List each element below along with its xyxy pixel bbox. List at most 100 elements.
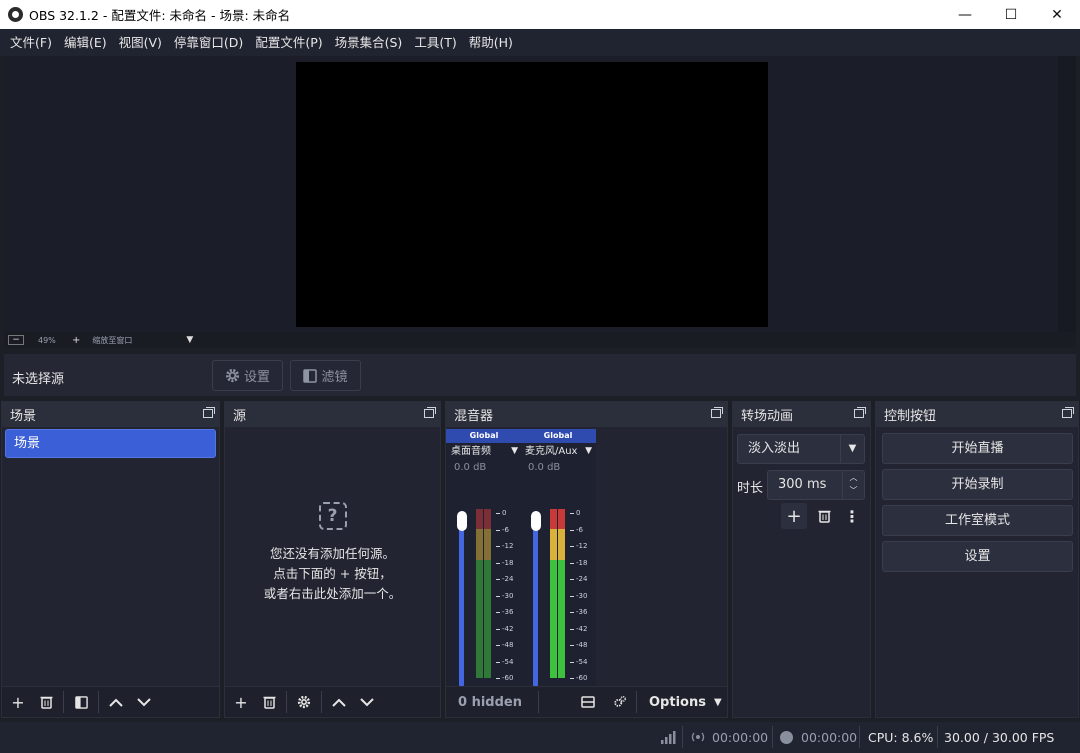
- scenes-title: 场景: [10, 409, 37, 424]
- filters-button[interactable]: 滤镜: [290, 360, 361, 391]
- add-source-button[interactable]: +: [227, 688, 255, 716]
- meter-tick: [496, 628, 500, 630]
- minimize-button[interactable]: —: [942, 0, 988, 29]
- meter-tick: [496, 612, 500, 613]
- menu-view[interactable]: 视图(V): [113, 29, 168, 56]
- meter-tick: [570, 562, 574, 564]
- zoom-out-button[interactable]: −: [8, 335, 24, 345]
- preview-scrollbar[interactable]: [1058, 56, 1076, 332]
- float-dock-icon[interactable]: [203, 407, 215, 418]
- scene-filters-button[interactable]: [67, 688, 95, 716]
- channel-name-select[interactable]: 麦克风/Aux ▼: [520, 443, 596, 460]
- add-transition-button[interactable]: +: [781, 503, 807, 529]
- spin-down-icon[interactable]: ﹀: [843, 484, 864, 497]
- menu-docks[interactable]: 停靠窗口(D): [168, 29, 249, 56]
- meter-tick-label: -24: [576, 575, 588, 583]
- float-dock-icon[interactable]: [1062, 407, 1074, 418]
- zoom-in-button[interactable]: +: [72, 335, 80, 346]
- transition-menu-icon[interactable]: ⋮: [841, 503, 863, 529]
- channel-name: 桌面音频: [451, 446, 491, 457]
- meter-segment: [476, 559, 483, 678]
- mixer-dock: 混音器 Global 桌面音频 ▼ 0.0 dB 0 -6 -12 -18 -24 -30…: [445, 401, 728, 718]
- sources-header: 源: [225, 402, 440, 427]
- scenes-dock: 场景 场景 +: [1, 401, 220, 718]
- empty-line: 或者右击此处添加一个。: [263, 586, 402, 601]
- volume-fader-handle[interactable]: [457, 511, 467, 531]
- spin-up-icon[interactable]: ︿: [843, 471, 864, 484]
- source-properties-button[interactable]: [290, 688, 318, 716]
- remove-source-button[interactable]: [255, 688, 283, 716]
- menu-help[interactable]: 帮助(H): [463, 29, 519, 56]
- channel-name-select[interactable]: 桌面音频 ▼: [446, 443, 522, 460]
- record-dot-icon: [780, 731, 793, 744]
- channel-name: 麦克风/Aux: [525, 446, 578, 457]
- properties-button[interactable]: 设置: [212, 360, 283, 391]
- separator: [859, 726, 860, 748]
- meter-tick-label: -12: [576, 542, 588, 550]
- meter-segment: [476, 529, 483, 560]
- meter-tick: [496, 529, 500, 531]
- gear-icon: [297, 695, 311, 709]
- mixer-header: 混音器: [446, 402, 727, 427]
- meter-tick-label: -42: [502, 624, 514, 633]
- menu-file[interactable]: 文件(F): [4, 29, 58, 56]
- meter-tick: [496, 595, 500, 597]
- settings-button[interactable]: 设置: [882, 541, 1073, 572]
- move-scene-down-button[interactable]: [130, 688, 158, 716]
- hidden-count[interactable]: 0 hidden: [458, 695, 526, 710]
- meter-tick-label: -12: [502, 542, 514, 550]
- start-recording-button[interactable]: 开始录制: [882, 469, 1073, 500]
- duration-spinner[interactable]: ︿ ﹀: [842, 471, 864, 499]
- filter-icon: [303, 368, 318, 383]
- transition-select[interactable]: 淡入淡出 ▼: [737, 434, 865, 464]
- layout-icon: [581, 696, 595, 708]
- scenes-toolbar: +: [2, 686, 219, 717]
- close-button[interactable]: ✕: [1034, 0, 1080, 29]
- controls-title: 控制按钮: [884, 409, 937, 424]
- separator: [636, 691, 637, 713]
- menu-edit[interactable]: 编辑(E): [58, 29, 113, 56]
- float-dock-icon[interactable]: [854, 407, 866, 418]
- move-source-down-button[interactable]: [353, 688, 381, 716]
- channel-volume-db: 0.0 dB: [528, 462, 561, 473]
- meter-segment: [558, 559, 565, 678]
- audio-meter: [484, 509, 491, 678]
- meter-segment: [484, 509, 491, 530]
- float-dock-icon[interactable]: [424, 407, 436, 418]
- audio-meter: [476, 509, 483, 678]
- volume-fader-track[interactable]: [533, 519, 538, 687]
- meter-tick-label: -60: [502, 674, 514, 682]
- layout-toggle-button[interactable]: [574, 688, 602, 716]
- duration-input[interactable]: 300 ms ︿ ﹀: [767, 470, 865, 500]
- empty-line: 您还没有添加任何源。: [269, 546, 395, 561]
- meter-tick: [570, 513, 574, 514]
- preview-canvas[interactable]: [296, 62, 768, 327]
- chevron-down-icon: ▼: [511, 446, 518, 456]
- menu-scene-collection[interactable]: 场景集合(S): [329, 29, 409, 56]
- meter-segment: [558, 509, 565, 530]
- options-button[interactable]: Options ▼: [649, 695, 722, 710]
- maximize-button[interactable]: ☐: [988, 0, 1034, 29]
- scene-item[interactable]: 场景: [5, 429, 216, 458]
- remove-transition-button[interactable]: [811, 503, 837, 529]
- studio-mode-button[interactable]: 工作室模式: [882, 505, 1073, 536]
- mixer-settings-button[interactable]: [606, 688, 634, 716]
- meter-tick: [570, 678, 574, 679]
- menu-tools[interactable]: 工具(T): [408, 29, 462, 56]
- add-scene-button[interactable]: +: [4, 688, 32, 716]
- transitions-dock: 转场动画 淡入淡出 ▼ 时长 300 ms ︿ ﹀ + ⋮: [732, 401, 871, 718]
- float-dock-icon[interactable]: [711, 407, 723, 418]
- sources-empty-state[interactable]: ? 您还没有添加任何源。 点击下面的 + 按钮， 或者右击此处添加一个。: [225, 502, 440, 604]
- record-time: 00:00:00: [801, 730, 858, 745]
- zoom-fit-select[interactable]: 缩放至窗口: [92, 335, 182, 346]
- move-source-up-button[interactable]: [325, 688, 353, 716]
- move-scene-up-button[interactable]: [102, 688, 130, 716]
- start-streaming-button[interactable]: 开始直播: [882, 433, 1073, 464]
- volume-fader-track[interactable]: [459, 519, 464, 687]
- remove-scene-button[interactable]: [32, 688, 60, 716]
- sources-dock: 源 ? 您还没有添加任何源。 点击下面的 + 按钮， 或者右击此处添加一个。 +: [224, 401, 441, 718]
- chevron-down-icon[interactable]: ▼: [186, 335, 193, 345]
- menu-profile[interactable]: 配置文件(P): [249, 29, 328, 56]
- meter-tick: [496, 513, 500, 514]
- volume-fader-handle[interactable]: [531, 511, 541, 531]
